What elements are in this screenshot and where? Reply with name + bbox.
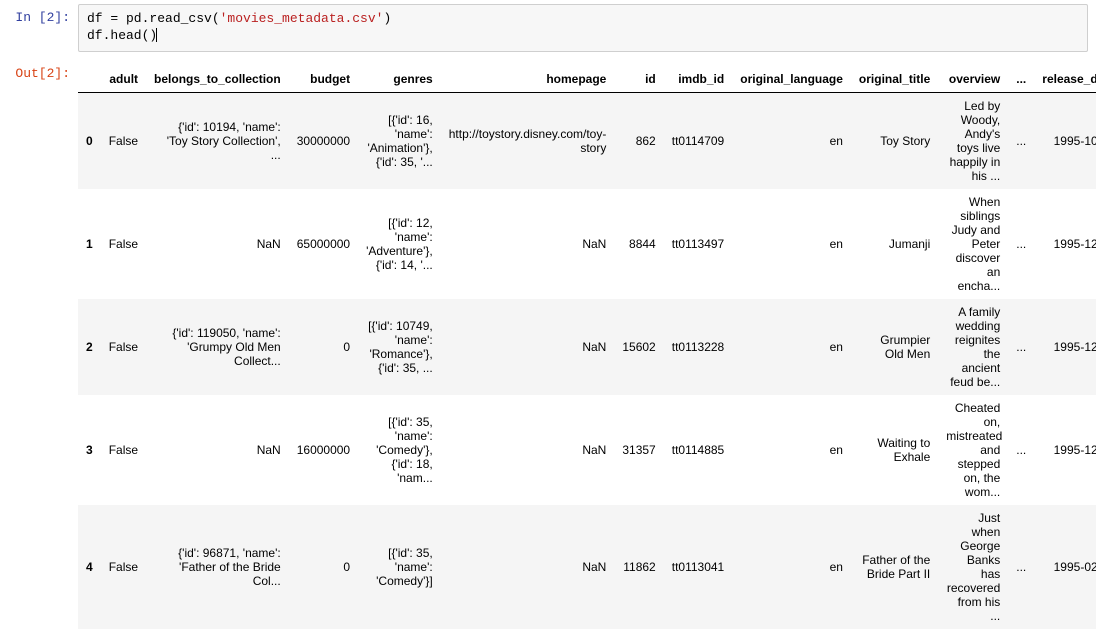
cell-title: Waiting to Exhale bbox=[851, 395, 938, 505]
table-row: 2False{'id': 119050, 'name': 'Grumpy Old… bbox=[78, 299, 1096, 395]
cell-budget: 30000000 bbox=[289, 92, 358, 189]
table-header: adult belongs_to_collection budget genre… bbox=[78, 66, 1096, 93]
cell-adult: False bbox=[101, 189, 146, 299]
input-cell: In [2]: df = pd.read_csv('movies_metadat… bbox=[0, 0, 1098, 56]
code-text: df = pd.read_csv( bbox=[87, 11, 220, 26]
cell-id: 11862 bbox=[614, 505, 663, 629]
cell-budget: 16000000 bbox=[289, 395, 358, 505]
cell-collection: NaN bbox=[146, 189, 289, 299]
code-text: ) bbox=[383, 11, 391, 26]
table-row: 1FalseNaN65000000[{'id': 12, 'name': 'Ad… bbox=[78, 189, 1096, 299]
row-index: 3 bbox=[78, 395, 101, 505]
cell-collection: NaN bbox=[146, 395, 289, 505]
row-index: 0 bbox=[78, 92, 101, 189]
cell-imdb: tt0113228 bbox=[664, 299, 733, 395]
output-cell: Out[2]: adult belongs_to_collection budg… bbox=[0, 56, 1098, 633]
cell-genres: [{'id': 12, 'name': 'Adventure'}, {'id':… bbox=[358, 189, 441, 299]
cell-lang: en bbox=[732, 299, 851, 395]
table-body: 0False{'id': 10194, 'name': 'Toy Story C… bbox=[78, 92, 1096, 629]
output-prompt: Out[2]: bbox=[0, 60, 78, 81]
cell-homepage: NaN bbox=[441, 395, 615, 505]
cell-adult: False bbox=[101, 395, 146, 505]
cell-title: Grumpier Old Men bbox=[851, 299, 938, 395]
cell-overview: When siblings Judy and Peter discover an… bbox=[938, 189, 1008, 299]
cell-lang: en bbox=[732, 505, 851, 629]
row-index: 4 bbox=[78, 505, 101, 629]
output-area[interactable]: adult belongs_to_collection budget genre… bbox=[78, 60, 1096, 629]
cell-release: 1995-10-30 bbox=[1034, 92, 1096, 189]
col-header: imdb_id bbox=[664, 66, 733, 93]
cell-overview: Led by Woody, Andy's toys live happily i… bbox=[938, 92, 1008, 189]
col-header: original_title bbox=[851, 66, 938, 93]
row-index: 1 bbox=[78, 189, 101, 299]
cell-homepage: http://toystory.disney.com/toy-story bbox=[441, 92, 615, 189]
cell-budget: 0 bbox=[289, 299, 358, 395]
cell-adult: False bbox=[101, 299, 146, 395]
cell-collection: {'id': 10194, 'name': 'Toy Story Collect… bbox=[146, 92, 289, 189]
cell-imdb: tt0114885 bbox=[664, 395, 733, 505]
cell-release: 1995-12-22 bbox=[1034, 395, 1096, 505]
col-header: release_date bbox=[1034, 66, 1096, 93]
cell-imdb: tt0114709 bbox=[664, 92, 733, 189]
cell-id: 31357 bbox=[614, 395, 663, 505]
input-prompt: In [2]: bbox=[0, 4, 78, 25]
code-text: df.head() bbox=[87, 28, 157, 43]
cell-adult: False bbox=[101, 92, 146, 189]
cell-genres: [{'id': 16, 'name': 'Animation'}, {'id':… bbox=[358, 92, 441, 189]
cell-lang: en bbox=[732, 92, 851, 189]
cell-release: 1995-12-22 bbox=[1034, 299, 1096, 395]
cell-homepage: NaN bbox=[441, 299, 615, 395]
cell-homepage: NaN bbox=[441, 189, 615, 299]
code-string: 'movies_metadata.csv' bbox=[220, 11, 384, 26]
cell-id: 15602 bbox=[614, 299, 663, 395]
table-row: 4False{'id': 96871, 'name': 'Father of t… bbox=[78, 505, 1096, 629]
cell-title: Jumanji bbox=[851, 189, 938, 299]
cell-id: 862 bbox=[614, 92, 663, 189]
cell-overview: A family wedding reignites the ancient f… bbox=[938, 299, 1008, 395]
col-header: overview bbox=[938, 66, 1008, 93]
row-index: 2 bbox=[78, 299, 101, 395]
col-header: id bbox=[614, 66, 663, 93]
cell-collection: {'id': 96871, 'name': 'Father of the Bri… bbox=[146, 505, 289, 629]
col-header: budget bbox=[289, 66, 358, 93]
cell-overview: Just when George Banks has recovered fro… bbox=[938, 505, 1008, 629]
cell-ellipsis: ... bbox=[1008, 299, 1034, 395]
cell-lang: en bbox=[732, 395, 851, 505]
cell-ellipsis: ... bbox=[1008, 189, 1034, 299]
dataframe-table: adult belongs_to_collection budget genre… bbox=[78, 66, 1096, 629]
cell-title: Toy Story bbox=[851, 92, 938, 189]
cell-overview: Cheated on, mistreated and stepped on, t… bbox=[938, 395, 1008, 505]
col-header: homepage bbox=[441, 66, 615, 93]
cell-ellipsis: ... bbox=[1008, 505, 1034, 629]
cell-homepage: NaN bbox=[441, 505, 615, 629]
table-row: 3FalseNaN16000000[{'id': 35, 'name': 'Co… bbox=[78, 395, 1096, 505]
cell-adult: False bbox=[101, 505, 146, 629]
cell-title: Father of the Bride Part II bbox=[851, 505, 938, 629]
code-editor[interactable]: df = pd.read_csv('movies_metadata.csv') … bbox=[78, 4, 1088, 52]
cell-budget: 65000000 bbox=[289, 189, 358, 299]
cell-genres: [{'id': 35, 'name': 'Comedy'}, {'id': 18… bbox=[358, 395, 441, 505]
cell-imdb: tt0113497 bbox=[664, 189, 733, 299]
cell-genres: [{'id': 10749, 'name': 'Romance'}, {'id'… bbox=[358, 299, 441, 395]
index-header bbox=[78, 66, 101, 93]
cell-collection: {'id': 119050, 'name': 'Grumpy Old Men C… bbox=[146, 299, 289, 395]
col-header: ... bbox=[1008, 66, 1034, 93]
col-header: original_language bbox=[732, 66, 851, 93]
cell-ellipsis: ... bbox=[1008, 395, 1034, 505]
table-row: 0False{'id': 10194, 'name': 'Toy Story C… bbox=[78, 92, 1096, 189]
col-header: adult bbox=[101, 66, 146, 93]
cell-id: 8844 bbox=[614, 189, 663, 299]
cursor-icon bbox=[156, 28, 157, 42]
cell-budget: 0 bbox=[289, 505, 358, 629]
cell-lang: en bbox=[732, 189, 851, 299]
cell-genres: [{'id': 35, 'name': 'Comedy'}] bbox=[358, 505, 441, 629]
cell-release: 1995-02-10 bbox=[1034, 505, 1096, 629]
col-header: belongs_to_collection bbox=[146, 66, 289, 93]
col-header: genres bbox=[358, 66, 441, 93]
cell-release: 1995-12-15 bbox=[1034, 189, 1096, 299]
cell-ellipsis: ... bbox=[1008, 92, 1034, 189]
cell-imdb: tt0113041 bbox=[664, 505, 733, 629]
